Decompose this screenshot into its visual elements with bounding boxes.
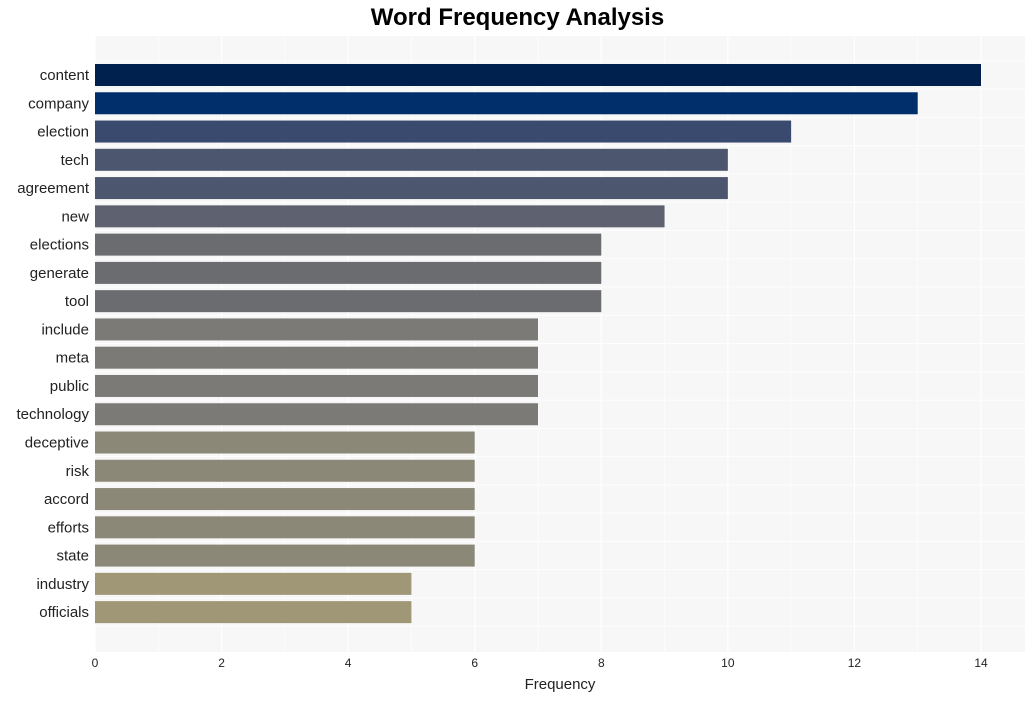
y-tick-label: technology: [16, 406, 89, 423]
y-tick-label: agreement: [17, 180, 90, 197]
bar-technology: [95, 403, 538, 426]
y-tick-label: officials: [39, 604, 89, 621]
y-tick-label: tool: [65, 293, 89, 310]
bar-chart: content company election tech agreement new el…: [16, 36, 1025, 693]
x-tick-label: 2: [218, 656, 225, 670]
bar-meta: [95, 346, 538, 369]
bar-industry: [95, 572, 412, 595]
x-tick-label: 0: [92, 656, 99, 670]
x-axis-ticks: 0 2 4 6 8 10 12 14: [92, 656, 988, 670]
bar-accord: [95, 488, 475, 511]
bar-deceptive: [95, 431, 475, 454]
bar-officials: [95, 601, 412, 624]
y-tick-label: include: [41, 321, 89, 338]
x-tick-label: 6: [471, 656, 478, 670]
y-tick-label: public: [50, 378, 90, 395]
y-tick-label: elections: [30, 237, 89, 254]
bar-state: [95, 544, 475, 567]
bar-new: [95, 205, 665, 228]
x-tick-label: 8: [598, 656, 605, 670]
x-tick-label: 4: [345, 656, 352, 670]
y-tick-label: new: [61, 208, 89, 225]
bar-efforts: [95, 516, 475, 539]
x-tick-label: 10: [721, 656, 735, 670]
y-axis-labels: content company election tech agreement new el…: [16, 67, 89, 621]
y-tick-label: generate: [30, 265, 89, 282]
bar-elections: [95, 233, 602, 256]
y-tick-label: content: [40, 67, 90, 84]
y-tick-label: efforts: [48, 519, 89, 536]
y-tick-label: meta: [56, 350, 90, 367]
bar-content: [95, 64, 981, 86]
y-tick-label: risk: [66, 463, 90, 480]
bar-agreement: [95, 177, 728, 200]
bar-public: [95, 374, 538, 397]
x-tick-label: 12: [848, 656, 862, 670]
y-tick-label: deceptive: [25, 435, 89, 452]
bar-generate: [95, 261, 602, 284]
y-tick-label: accord: [44, 491, 89, 508]
y-tick-label: industry: [36, 576, 89, 593]
bar-company: [95, 92, 918, 115]
y-tick-label: election: [37, 124, 89, 141]
y-tick-label: state: [56, 548, 89, 565]
y-tick-label: company: [28, 95, 89, 112]
bar-election: [95, 120, 792, 143]
bar-risk: [95, 459, 475, 482]
bar-tool: [95, 290, 602, 313]
x-axis-label: Frequency: [525, 676, 596, 693]
bar-tech: [95, 148, 728, 171]
bar-include: [95, 318, 538, 341]
y-tick-label: tech: [61, 152, 89, 169]
x-tick-label: 14: [974, 656, 988, 670]
